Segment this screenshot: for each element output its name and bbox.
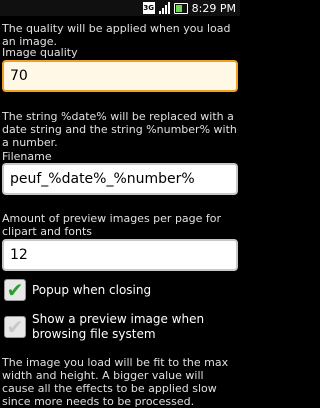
preview-browse-checkbox[interactable]: ✔	[4, 316, 26, 338]
image-quality-input[interactable]: 70	[2, 60, 238, 92]
fit-hint-text: The image you load will be fit to the ma…	[2, 356, 229, 408]
preview-browse-label: Show a preview image when browsing file …	[32, 312, 205, 341]
battery-icon	[173, 2, 188, 14]
popup-closing-checkbox[interactable]: ✔	[4, 279, 26, 301]
popup-closing-row[interactable]: ✔ Popup when closing	[0, 279, 240, 301]
signal-strength-icon	[158, 2, 170, 14]
status-time: 8:29 PM	[191, 1, 236, 15]
date-hint-text: The string %date% will be replaced with …	[2, 110, 237, 149]
filename-label: Filename	[2, 150, 52, 163]
checkmark-icon: ✔	[6, 315, 24, 339]
preview-count-label: Amount of preview images per page for cl…	[2, 212, 222, 238]
checkmark-icon: ✔	[6, 278, 24, 302]
status-bar: 3G 8:29 PM	[0, 0, 240, 16]
popup-closing-label: Popup when closing	[32, 282, 152, 297]
preview-browse-row[interactable]: ✔ Show a preview image when browsing fil…	[0, 312, 240, 342]
filename-input[interactable]: peuf_%date%_%number%	[2, 163, 238, 195]
network-3g-icon: 3G	[142, 2, 155, 14]
image-quality-label: Image quality	[2, 46, 78, 59]
preview-count-input[interactable]: 12	[2, 239, 238, 271]
intro-text: The quality will be applied when you loa…	[2, 22, 231, 48]
